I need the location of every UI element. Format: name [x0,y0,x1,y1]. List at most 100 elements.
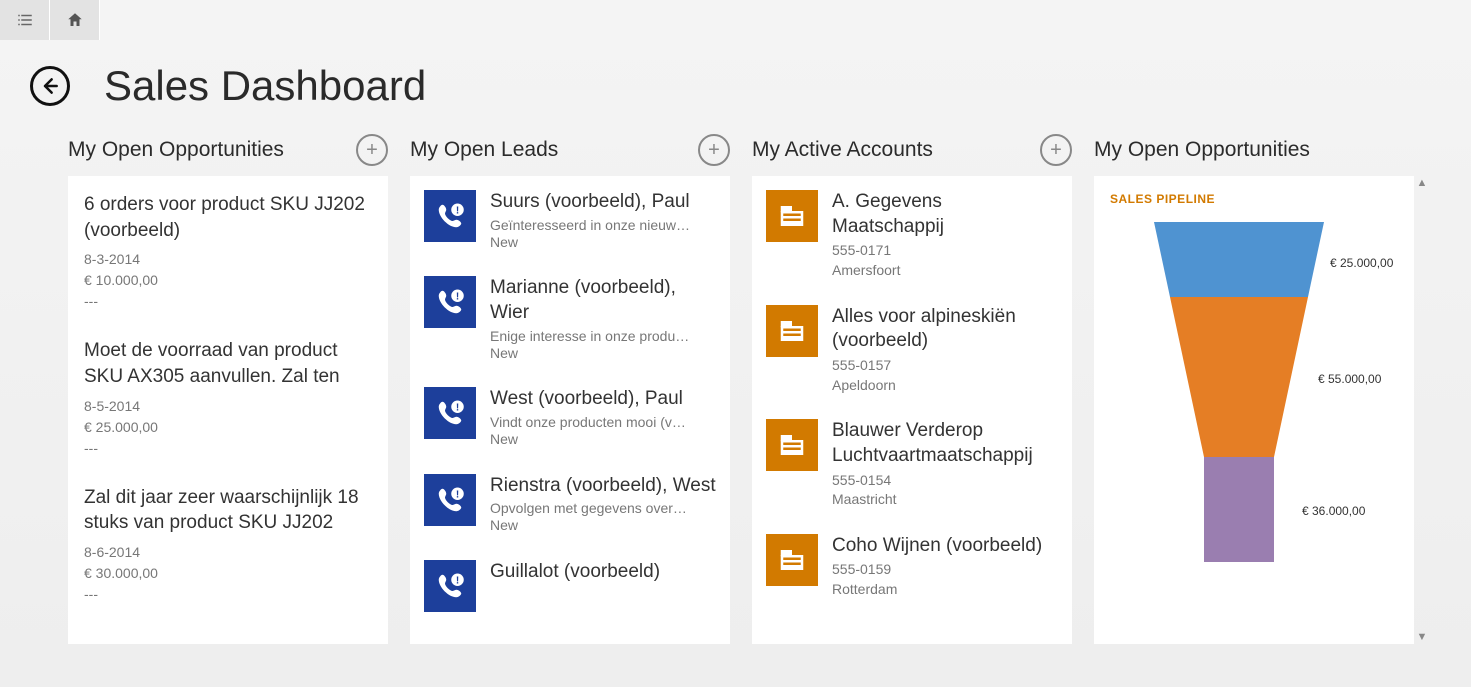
accounts-list[interactable]: A. Gegevens Maatschappij555-0171Amersfoo… [752,176,1072,644]
dashboard-columns: My Open Opportunities + 6 orders voor pr… [0,128,1471,644]
back-button[interactable] [30,66,70,106]
svg-text:!: ! [456,206,459,217]
account-body: Alles voor alpineskiën (voorbeeld)555-01… [832,305,1058,396]
opportunity-item[interactable]: 6 orders voor product SKU JJ202 (voorbee… [68,176,388,322]
lead-body: West (voorbeeld), PaulVindt onze product… [490,387,716,449]
opportunity-extra: --- [84,438,372,459]
lead-item[interactable]: ! Suurs (voorbeeld), PaulGeïnteresseerd i… [410,176,730,262]
home-button[interactable] [50,0,100,40]
column-leads: My Open Leads + ! Suurs (voorbeeld), Paul… [410,128,730,644]
lead-status: New [490,344,716,364]
lead-body: Rienstra (voorbeeld), WestOpvolgen met g… [490,474,716,536]
arrow-left-icon [40,76,60,96]
opportunity-extra: --- [84,584,372,605]
lead-item[interactable]: ! West (voorbeeld), PaulVindt onze produc… [410,373,730,459]
svg-text:!: ! [456,403,459,414]
opportunity-date: 8-6-2014 [84,542,372,563]
account-item[interactable]: Coho Wijnen (voorbeeld)555-0159Rotterdam [752,520,1072,610]
funnel-label-1: € 25.000,00 [1330,256,1393,270]
svg-text:!: ! [456,489,459,500]
account-phone: 555-0171 [832,241,1058,261]
opportunity-amount: € 30.000,00 [84,563,372,584]
phone-alert-icon: ! [435,201,465,231]
lead-body: Guillalot (voorbeeld) [490,560,716,612]
opportunity-date: 8-5-2014 [84,396,372,417]
lead-name: Rienstra (voorbeeld), West [490,474,716,499]
account-body: A. Gegevens Maatschappij555-0171Amersfoo… [832,190,1058,281]
opportunity-extra: --- [84,291,372,312]
column-pipeline: My Open Opportunities SALES PIPELINE € 2… [1094,128,1414,644]
lead-name: Guillalot (voorbeeld) [490,560,716,585]
account-icon [766,419,818,471]
add-opportunity-button[interactable]: + [356,134,388,166]
account-item[interactable]: Alles voor alpineskiën (voorbeeld)555-01… [752,291,1072,406]
scroll-down-button[interactable]: ▼ [1416,630,1428,644]
account-body: Blauwer Verderop Luchtvaartmaatschappij 5… [832,419,1058,510]
account-phone: 555-0154 [832,471,1058,491]
lead-item[interactable]: ! Guillalot (voorbeeld) [410,546,730,622]
account-city: Rotterdam [832,580,1058,600]
column-opportunities: My Open Opportunities + 6 orders voor pr… [68,128,388,644]
lead-status: New [490,430,716,450]
account-folder-icon [777,201,807,231]
account-item[interactable]: A. Gegevens Maatschappij555-0171Amersfoo… [752,176,1072,291]
opportunity-item[interactable]: Zal dit jaar zeer waarschijnlijk 18 stuk… [68,469,388,615]
opportunity-item[interactable]: Moet de voorraad van product SKU AX305 a… [68,322,388,468]
account-name: Alles voor alpineskiën (voorbeeld) [832,305,1058,354]
lead-topic: Opvolgen met gegevens over… [490,500,716,516]
account-name: A. Gegevens Maatschappij [832,190,1058,239]
add-lead-button[interactable]: + [698,134,730,166]
lead-icon: ! [424,474,476,526]
column-title: My Active Accounts [752,138,933,162]
lead-status: New [490,516,716,536]
account-item[interactable]: Blauwer Verderop Luchtvaartmaatschappij 5… [752,405,1072,520]
lead-icon: ! [424,190,476,242]
lead-topic: Vindt onze producten mooi (v… [490,414,716,430]
phone-alert-icon: ! [435,571,465,601]
lead-body: Marianne (voorbeeld), WierEnige interess… [490,276,716,363]
add-account-button[interactable]: + [1040,134,1072,166]
page-title: Sales Dashboard [104,62,426,110]
funnel-segment-2 [1170,297,1308,457]
column-title: My Open Leads [410,138,558,162]
account-name: Coho Wijnen (voorbeeld) [832,534,1058,559]
column-title: My Open Opportunities [68,138,284,162]
opportunity-amount: € 10.000,00 [84,270,372,291]
lead-body: Suurs (voorbeeld), PaulGeïnteresseerd in… [490,190,716,252]
page-header: Sales Dashboard [0,40,1471,128]
lead-status: New [490,233,716,253]
phone-alert-icon: ! [435,398,465,428]
account-folder-icon [777,545,807,575]
plus-icon: + [708,140,720,160]
lead-item[interactable]: ! Rienstra (voorbeeld), WestOpvolgen met … [410,460,730,546]
account-icon [766,190,818,242]
list-icon [16,11,34,29]
list-view-button[interactable] [0,0,50,40]
account-city: Amersfoort [832,261,1058,281]
opportunities-list[interactable]: 6 orders voor product SKU JJ202 (voorbee… [68,176,388,644]
app-command-bar [0,0,1471,40]
lead-icon: ! [424,560,476,612]
plus-icon: + [366,140,378,160]
funnel-segment-3 [1204,457,1274,562]
pipeline-chart-card: SALES PIPELINE € 25.000,00 € 55.000,00 €… [1094,176,1414,644]
account-body: Coho Wijnen (voorbeeld)555-0159Rotterdam [832,534,1058,600]
scroll-up-button[interactable]: ▲ [1416,176,1428,190]
opportunity-amount: € 25.000,00 [84,417,372,438]
leads-list[interactable]: ! Suurs (voorbeeld), PaulGeïnteresseerd i… [410,176,730,644]
funnel-chart: € 25.000,00 € 55.000,00 € 36.000,00 [1110,222,1398,582]
svg-text:!: ! [456,292,459,303]
account-name: Blauwer Verderop Luchtvaartmaatschappij [832,419,1058,468]
home-icon [66,11,84,29]
phone-alert-icon: ! [435,485,465,515]
opportunity-title: Moet de voorraad van product SKU AX305 a… [84,338,372,389]
chart-title: SALES PIPELINE [1110,192,1398,206]
account-icon [766,305,818,357]
lead-icon: ! [424,276,476,328]
column-header: My Active Accounts + [752,128,1072,172]
lead-item[interactable]: ! Marianne (voorbeeld), WierEnige interes… [410,262,730,373]
lead-icon: ! [424,387,476,439]
column-title: My Open Opportunities [1094,138,1310,162]
account-city: Maastricht [832,490,1058,510]
scrollbar[interactable]: ▲ ▼ [1416,176,1428,644]
